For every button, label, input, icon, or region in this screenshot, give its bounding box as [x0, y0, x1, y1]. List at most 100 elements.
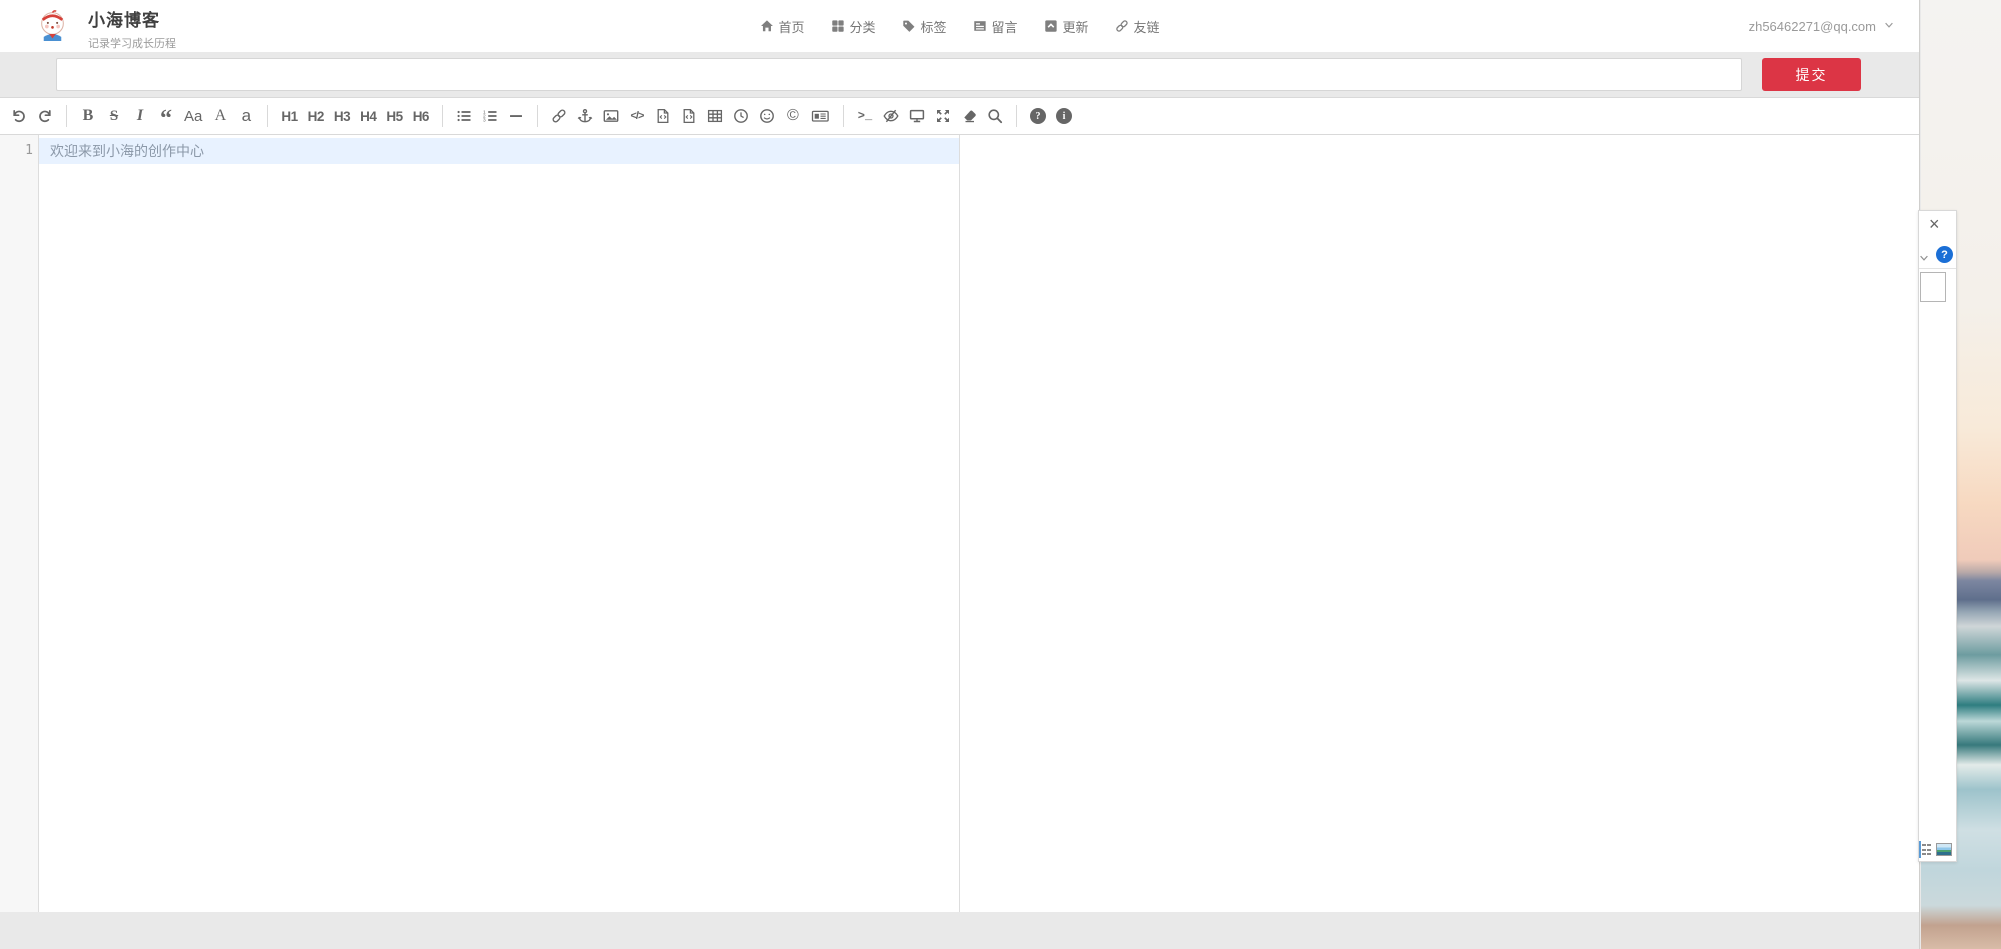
bold-button[interactable]: B: [76, 103, 100, 130]
h5-button[interactable]: H5: [382, 103, 406, 130]
editor-body: 1 欢迎来到小海的创作中心: [0, 135, 1919, 912]
goto-line-button[interactable]: >_: [853, 103, 877, 130]
site-title-block: 小海博客 记录学习成长历程: [88, 6, 176, 51]
code-button[interactable]: </>: [625, 103, 649, 130]
toolbar-divider: [843, 105, 844, 127]
avatar-icon: [36, 9, 69, 42]
h6-button[interactable]: H6: [409, 103, 433, 130]
toolbar-divider: [66, 105, 67, 127]
code-block-button[interactable]: [677, 103, 701, 130]
help-button[interactable]: ?: [1026, 103, 1050, 130]
reference-link-button[interactable]: [573, 103, 597, 130]
user-menu[interactable]: zh56462271@qq.com: [1749, 0, 1895, 52]
h3-button-glyph: H3: [334, 109, 350, 124]
line-number-gutter: 1: [0, 135, 39, 912]
eye-slash-icon: [883, 108, 899, 124]
editor-placeholder-line[interactable]: 欢迎来到小海的创作中心: [39, 138, 959, 164]
uppercase-button[interactable]: A: [208, 103, 232, 130]
h3-button[interactable]: H3: [330, 103, 354, 130]
nav-item-friendlink[interactable]: 友链: [1115, 17, 1160, 36]
strikethrough-button-glyph: S: [110, 108, 118, 125]
undo-button[interactable]: [7, 103, 31, 130]
h4-button[interactable]: H4: [356, 103, 380, 130]
friendlink-icon: [1115, 19, 1129, 33]
italic-button[interactable]: I: [128, 103, 152, 130]
toolbar-divider: [442, 105, 443, 127]
help-circle-icon[interactable]: ?: [1936, 246, 1953, 263]
nav-item-update[interactable]: 更新: [1044, 17, 1089, 36]
horizontal-rule-button[interactable]: [504, 103, 528, 130]
emoji-button[interactable]: [755, 103, 779, 130]
popup-input-box[interactable]: [1920, 272, 1946, 302]
site-title: 小海博客: [88, 6, 176, 31]
smiley-icon: [759, 108, 775, 124]
search-button[interactable]: [983, 103, 1007, 130]
watch-button[interactable]: [879, 103, 903, 130]
image-button[interactable]: [599, 103, 623, 130]
popup-bottom-bar: [1919, 840, 1956, 859]
user-email: zh56462271@qq.com: [1749, 19, 1876, 34]
table-icon: [707, 108, 723, 124]
nav-item-tag[interactable]: 标签: [901, 17, 946, 36]
code-button-glyph: </>: [631, 110, 644, 122]
desktop-icon: [909, 108, 925, 124]
fullscreen-button[interactable]: [931, 103, 955, 130]
update-icon: [1044, 19, 1058, 33]
preformatted-text-button[interactable]: [651, 103, 675, 130]
ordered-list-button[interactable]: 123: [478, 103, 502, 130]
datetime-button[interactable]: [729, 103, 753, 130]
preview-pane: [960, 135, 1919, 912]
eraser-icon: [961, 108, 977, 124]
site-logo-avatar[interactable]: [36, 9, 69, 42]
anchor-icon: [577, 108, 593, 124]
toolbar-divider: [1016, 105, 1017, 127]
clear-button[interactable]: [957, 103, 981, 130]
image-thumbnail-icon[interactable]: [1936, 843, 1952, 856]
submit-button[interactable]: 提交: [1762, 58, 1861, 91]
category-icon: [830, 19, 844, 33]
line-number: 1: [0, 138, 38, 164]
popup-divider: [1919, 268, 1956, 269]
quote-button-glyph: “: [160, 107, 172, 125]
strikethrough-button[interactable]: S: [102, 103, 126, 130]
info-button[interactable]: i: [1052, 103, 1076, 130]
bold-button-glyph: B: [83, 107, 94, 125]
file-code-icon: [681, 108, 697, 124]
nav-item-home-label: 首页: [778, 17, 804, 36]
table-button[interactable]: [703, 103, 727, 130]
html-entities-button[interactable]: ©: [781, 103, 805, 130]
hr-icon: [508, 108, 524, 124]
image-icon: [603, 108, 619, 124]
h1-button[interactable]: H1: [277, 103, 301, 130]
search-icon: [987, 108, 1003, 124]
html-entities-button-glyph: ©: [787, 107, 799, 125]
link-button[interactable]: [547, 103, 571, 130]
main-nav: 首页 分类 标签 留言 更新 友链: [759, 0, 1159, 52]
list-view-icon[interactable]: [1919, 841, 1932, 858]
lowercase-button[interactable]: a: [234, 103, 258, 130]
code-pane[interactable]: 欢迎来到小海的创作中心: [39, 135, 960, 912]
pagebreak-button[interactable]: [807, 103, 834, 130]
preview-button[interactable]: [905, 103, 929, 130]
h2-button[interactable]: H2: [304, 103, 328, 130]
chevron-down-icon[interactable]: [1918, 251, 1930, 263]
words-first-uppercase-button[interactable]: Aa: [180, 103, 206, 130]
site-subtitle: 记录学习成长历程: [88, 35, 176, 51]
list-ol-icon: 123: [482, 108, 498, 124]
nav-item-message[interactable]: 留言: [973, 17, 1018, 36]
nav-item-home[interactable]: 首页: [759, 17, 804, 36]
unordered-list-button[interactable]: [452, 103, 476, 130]
nav-item-message-label: 留言: [992, 17, 1018, 36]
nav-item-category[interactable]: 分类: [830, 17, 875, 36]
uppercase-button-glyph: A: [215, 107, 227, 125]
side-popup: × ?: [1918, 210, 1957, 862]
fullscreen-icon: [935, 108, 951, 124]
post-title-input[interactable]: [56, 58, 1742, 91]
lowercase-button-glyph: a: [242, 106, 251, 126]
quote-button[interactable]: “: [154, 103, 178, 130]
close-icon[interactable]: ×: [1929, 215, 1940, 233]
nav-item-update-label: 更新: [1063, 17, 1089, 36]
toolbar-divider: [267, 105, 268, 127]
redo-button[interactable]: [33, 103, 57, 130]
link-icon: [551, 108, 567, 124]
